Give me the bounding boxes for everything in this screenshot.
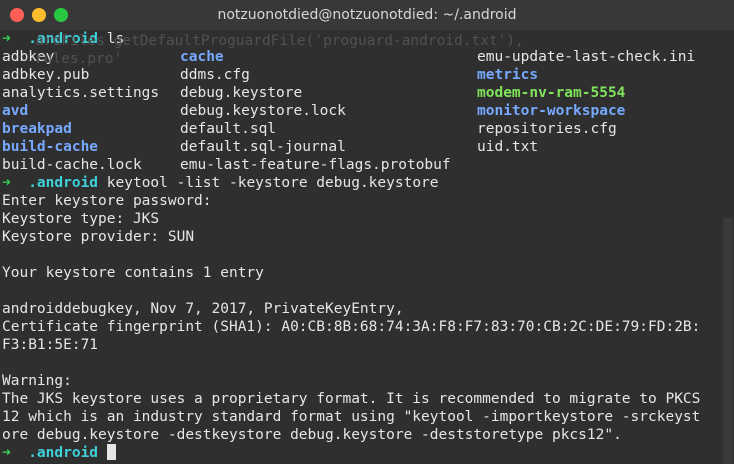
ls-file-entry: debug.keystore.lock xyxy=(180,103,346,119)
ls-file-entry: ddms.cfg xyxy=(180,67,250,83)
output-line: Your keystore contains 1 entry xyxy=(2,265,264,281)
ghost-line-1: ardFiles getDefaultProguardFile('proguar… xyxy=(35,33,524,49)
prompt-directory: .android xyxy=(28,445,99,461)
ls-file-entry: adbkey.pub xyxy=(2,67,90,83)
scrollbar-thumb[interactable] xyxy=(723,218,733,464)
ls-file-entry: build-cache.lock xyxy=(2,157,142,173)
prompt-arrow-icon: ➜ xyxy=(2,445,11,461)
ls-file-entry: modem-nv-ram-5554 xyxy=(477,85,626,101)
terminal-output[interactable]: ➜ .android ls adbkey adbkey.pub analytics.… xyxy=(0,30,720,464)
ls-directory-entry: build-cache xyxy=(2,139,99,155)
ls-directory-entry: monitor-workspace xyxy=(477,103,626,119)
ls-file-entry: analytics.settings xyxy=(2,85,160,101)
ls-file-entry: emu-last-feature-flags.protobuf xyxy=(180,157,451,173)
window-title: notzuonotdied@notzuonotdied: ~/.android xyxy=(217,7,517,23)
output-line: The JKS keystore uses a proprietary form… xyxy=(2,391,701,407)
title-bar: notzuonotdied@notzuonotdied: ~/.android xyxy=(0,0,734,30)
scrollbar[interactable] xyxy=(722,30,734,464)
ls-file-entry: debug.keystore xyxy=(180,85,303,101)
output-line: Keystore type: JKS xyxy=(2,211,160,227)
command-output: Enter keystore password: Keystore type: J… xyxy=(0,192,720,444)
output-line: Certificate fingerprint (SHA1): A0:CB:8B… xyxy=(2,319,701,335)
output-line: Enter keystore password: xyxy=(2,193,212,209)
command-text: keytool -list -keystore debug.keystore xyxy=(106,175,439,191)
ls-file-entry: uid.txt xyxy=(477,139,539,155)
ls-directory-entry: avd xyxy=(2,103,29,119)
ls-file-entry: default.sql-journal xyxy=(180,139,346,155)
prompt-arrow-icon: ➜ xyxy=(2,31,11,47)
prompt-line-keytool: ➜ .android keytool -list -keystore debug… xyxy=(0,174,720,192)
output-line: Keystore provider: SUN xyxy=(2,229,195,245)
output-line: 12 which is an industry standard format … xyxy=(2,409,701,425)
prompt-directory: .android xyxy=(28,175,99,191)
ls-directory-entry: metrics xyxy=(477,67,539,83)
background-ghost-text: ardFiles getDefaultProguardFile('proguar… xyxy=(35,32,524,68)
ls-directory-entry: breakpad xyxy=(2,121,72,137)
ghost-line-2: rules.pro' xyxy=(35,51,123,67)
output-line: F3:B1:5E:71 xyxy=(2,337,99,353)
ls-file-entry: default.sql xyxy=(180,121,277,137)
output-line: Warning: xyxy=(2,373,72,389)
prompt-arrow-icon: ➜ xyxy=(2,175,11,191)
ls-file-entry: repositories.cfg xyxy=(477,121,617,137)
text-cursor xyxy=(106,444,116,460)
output-line: androiddebugkey, Nov 7, 2017, PrivateKey… xyxy=(2,301,404,317)
output-line: ore debug.keystore -destkeystore debug.k… xyxy=(2,427,622,443)
terminal-window: notzuonotdied@notzuonotdied: ~/.android … xyxy=(0,0,734,464)
prompt-line-current[interactable]: ➜ .android xyxy=(0,444,720,462)
